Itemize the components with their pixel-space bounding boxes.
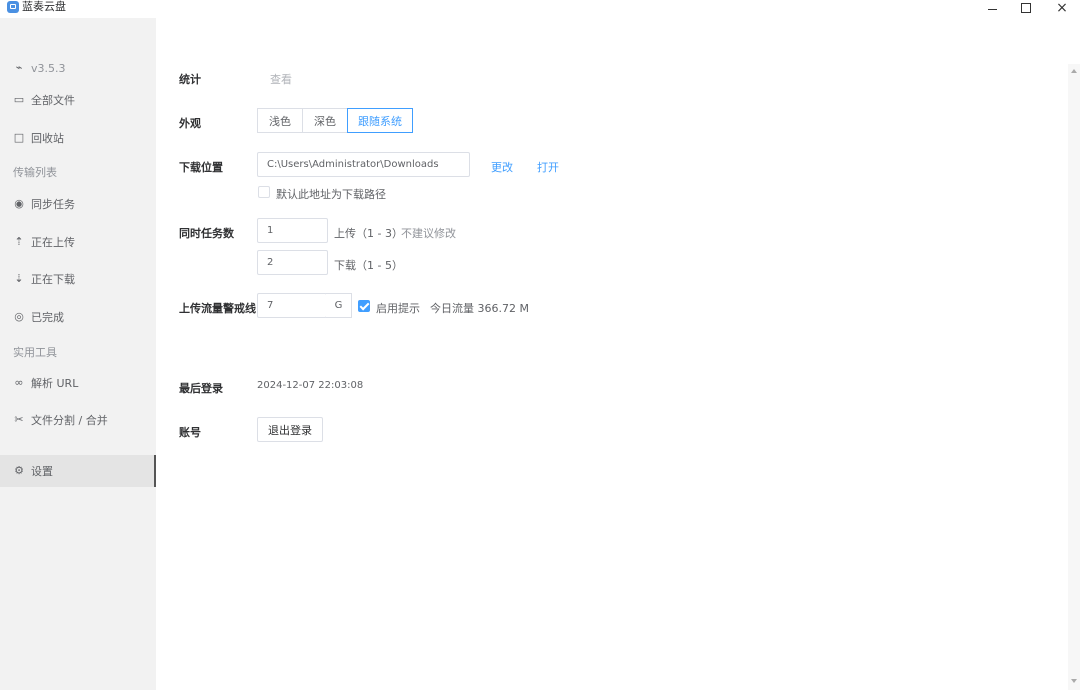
- traffic-limit-input[interactable]: 7: [257, 293, 327, 318]
- today-traffic-readout: 今日流量 366.72 M: [430, 302, 529, 315]
- sidebar-item-all-files[interactable]: ▭ 全部文件: [0, 84, 156, 116]
- upload-icon: ⇡: [14, 235, 24, 248]
- view-stats-link[interactable]: 查看: [270, 71, 292, 87]
- sidebar-item-label: 已完成: [31, 311, 64, 324]
- check-circle-icon: ◎: [14, 310, 24, 323]
- title-bar: 蓝奏云盘 ×: [0, 0, 1080, 16]
- sidebar-item-label: 设置: [31, 465, 53, 478]
- sidebar-item-label: 正在上传: [31, 236, 75, 249]
- gear-icon: ⚙: [14, 464, 24, 477]
- upload-note: 不建议修改: [401, 227, 456, 240]
- stats-label: 统计: [179, 73, 201, 86]
- sidebar-item-downloading[interactable]: ⇣ 正在下载: [0, 263, 156, 295]
- enable-alert-checkbox[interactable]: [358, 300, 370, 312]
- sidebar-item-sync-tasks[interactable]: ◉ 同步任务: [0, 188, 156, 220]
- close-button[interactable]: ×: [1050, 0, 1074, 16]
- minimize-icon: [987, 8, 997, 10]
- download-range-label: 下载（1 - 5）: [334, 259, 403, 272]
- upload-traffic-label: 上传流量警戒线: [179, 302, 256, 315]
- enable-alert-label: 启用提示: [376, 302, 420, 315]
- scissors-icon: ✂: [14, 413, 24, 426]
- appearance-light-option[interactable]: 浅色: [257, 108, 303, 133]
- app-logo-icon: [7, 1, 19, 13]
- account-label: 账号: [179, 426, 201, 439]
- sidebar-item-label: 文件分割 / 合并: [31, 414, 108, 427]
- minimize-button[interactable]: [980, 0, 1004, 16]
- sidebar: ⌁ v3.5.3 ▭ 全部文件 □ 回收站 传输列表 ◉ 同步任务 ⇡ 正在上传…: [0, 18, 156, 690]
- sidebar-item-label: 回收站: [31, 132, 64, 145]
- download-icon: ⇣: [14, 272, 24, 285]
- default-path-checkbox-label: 默认此地址为下载路径: [276, 188, 386, 201]
- appearance-system-option[interactable]: 跟随系统: [347, 108, 413, 133]
- concurrent-tasks-label: 同时任务数: [179, 227, 234, 240]
- maximize-button[interactable]: [1014, 0, 1038, 16]
- download-path-input[interactable]: C:\Users\Administrator\Downloads: [257, 152, 470, 177]
- sidebar-item-split-merge[interactable]: ✂ 文件分割 / 合并: [0, 404, 156, 436]
- download-location-label: 下载位置: [179, 161, 223, 174]
- app-version-icon: ⌁: [15, 61, 23, 74]
- change-path-link[interactable]: 更改: [491, 159, 513, 175]
- upload-count-input[interactable]: 1: [257, 218, 328, 243]
- appearance-label: 外观: [179, 117, 201, 130]
- scrollbar[interactable]: [1068, 64, 1080, 690]
- close-icon: ×: [1056, 0, 1068, 16]
- logout-button[interactable]: 退出登录: [257, 417, 323, 442]
- app-version: ⌁ v3.5.3: [0, 52, 156, 84]
- sidebar-group-tools: 实用工具: [13, 346, 57, 359]
- default-path-checkbox[interactable]: [258, 186, 270, 198]
- trash-icon: □: [13, 131, 25, 144]
- sidebar-item-label: 同步任务: [31, 198, 75, 211]
- sidebar-item-label: 全部文件: [31, 94, 75, 107]
- scroll-down-arrow-icon[interactable]: [1071, 679, 1077, 683]
- traffic-unit: G: [326, 293, 352, 318]
- sidebar-group-transfer: 传输列表: [13, 166, 57, 179]
- sidebar-item-label: 解析 URL: [31, 377, 79, 390]
- sidebar-item-uploading[interactable]: ⇡ 正在上传: [0, 226, 156, 258]
- scroll-up-arrow-icon[interactable]: [1071, 69, 1077, 73]
- app-title: 蓝奏云盘: [22, 0, 66, 13]
- upload-range-label: 上传（1 - 3）: [334, 227, 403, 240]
- folder-icon: ▭: [13, 93, 25, 106]
- sidebar-item-recycle-bin[interactable]: □ 回收站: [0, 122, 156, 154]
- appearance-dark-option[interactable]: 深色: [302, 108, 348, 133]
- open-folder-link[interactable]: 打开: [537, 159, 559, 175]
- last-login-label: 最后登录: [179, 382, 223, 395]
- sync-icon: ◉: [14, 197, 24, 210]
- download-count-input[interactable]: 2: [257, 250, 328, 275]
- sidebar-item-completed[interactable]: ◎ 已完成: [0, 301, 156, 333]
- maximize-icon: [1021, 3, 1031, 13]
- sidebar-item-label: 正在下载: [31, 273, 75, 286]
- link-icon: ∞: [14, 376, 24, 389]
- version-label: v3.5.3: [31, 61, 66, 75]
- sidebar-item-parse-url[interactable]: ∞ 解析 URL: [0, 367, 156, 399]
- sidebar-item-settings[interactable]: ⚙ 设置: [0, 455, 156, 487]
- appearance-toggle-group: 浅色 深色 跟随系统: [257, 108, 413, 133]
- last-login-value: 2024-12-07 22:03:08: [257, 380, 364, 391]
